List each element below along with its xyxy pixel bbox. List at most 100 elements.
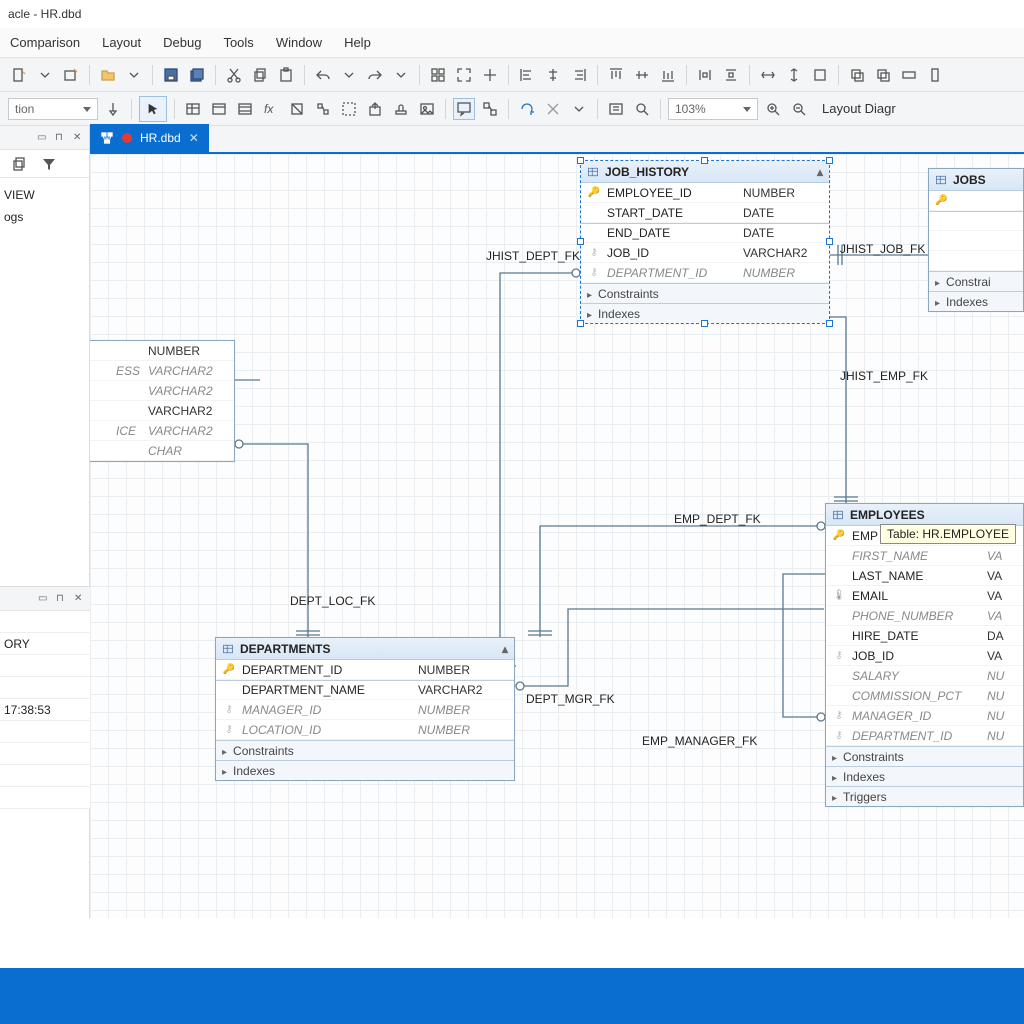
entity-section[interactable]: Constraints [216,740,514,760]
send-back-icon[interactable] [872,64,894,86]
column-row[interactable]: COMMISSION_PCTNU [826,686,1023,706]
collapse-icon[interactable]: ▴ [502,638,508,660]
container-icon[interactable] [338,98,360,120]
align-top-icon[interactable] [605,64,627,86]
column-row[interactable]: 🔑DEPARTMENT_IDNUMBER [216,660,514,680]
menu-window[interactable]: Window [276,35,322,50]
pin-icon[interactable] [102,98,124,120]
new-tab-icon[interactable] [60,64,82,86]
column-row[interactable]: ESSVARCHAR2 [90,361,234,381]
delete-icon[interactable] [542,98,564,120]
table-departments[interactable]: DEPARTMENTS▴ 🔑DEPARTMENT_IDNUMBERDEPARTM… [215,637,515,781]
size-icon[interactable] [809,64,831,86]
column-row[interactable]: ⚷JOB_IDVA [826,646,1023,666]
pane-close-icon[interactable]: ✕ [73,133,83,143]
table-job-history[interactable]: JOB_HISTORY▴ 🔑EMPLOYEE_IDNUMBERSTART_DAT… [580,160,830,324]
entity-section[interactable]: Constraints [826,746,1023,766]
refresh-icon[interactable] [516,98,538,120]
fx-icon[interactable]: fx [260,98,282,120]
column-row[interactable]: PHONE_NUMBERVA [826,606,1023,626]
column-row[interactable]: START_DATEDATE [581,203,829,223]
zoom-fit-icon[interactable] [631,98,653,120]
entity-section[interactable]: Constrai [929,271,1023,291]
column-row[interactable]: END_DATEDATE [581,223,829,243]
side-item[interactable]: ogs [4,206,85,228]
align-left-icon[interactable] [516,64,538,86]
align-mid-icon[interactable] [631,64,653,86]
dropdown-icon[interactable] [34,64,56,86]
undo-drop-icon[interactable] [338,64,360,86]
dist-h-icon[interactable] [694,64,716,86]
column-row[interactable]: 🔑EMPLOYEE_IDNUMBER [581,183,829,203]
paste-icon[interactable] [275,64,297,86]
note-tool[interactable] [453,98,475,120]
pane2-pin-icon[interactable]: ▭ [38,594,48,604]
collapse-icon[interactable]: ▴ [817,161,823,183]
column-row[interactable]: CHAR [90,441,234,461]
align-bottom-icon[interactable] [657,64,679,86]
side-filter-icon[interactable] [38,153,60,175]
mview-tool-icon[interactable] [234,98,256,120]
zoom-in-icon[interactable] [762,98,784,120]
entity-section[interactable]: Constraints [581,283,829,303]
fit-icon[interactable] [453,64,475,86]
column-row[interactable]: ⚷MANAGER_IDNUMBER [216,700,514,720]
column-row[interactable]: HIRE_DATEDA [826,626,1023,646]
grid-icon[interactable] [427,64,449,86]
column-row[interactable]: ⚷DEPARTMENT_IDNU [826,726,1023,746]
cut-icon[interactable] [223,64,245,86]
snap-icon[interactable] [479,64,501,86]
column-row[interactable]: JOB_TIT [929,211,1023,231]
side-item[interactable]: VIEW [4,184,85,206]
zoom-select[interactable]: 103% [668,98,758,120]
stamp-icon[interactable] [390,98,412,120]
options-icon[interactable] [605,98,627,120]
pane2-pin2-icon[interactable]: ⊓ [56,594,66,604]
dropdown2-icon[interactable] [123,64,145,86]
entity-section[interactable]: Indexes [929,291,1023,311]
column-row[interactable]: VARCHAR2 [90,381,234,401]
diagram-canvas[interactable]: JHIST_DEPT_FK JHIST_JOB_FK JHIST_EMP_FK … [90,154,1024,1006]
height-icon[interactable] [783,64,805,86]
layout-diagram-label[interactable]: Layout Diagr [822,101,896,116]
table-employees[interactable]: EMPLOYEES 🔑EMPFIRST_NAMEVALAST_NAMEVA🌡EM… [825,503,1024,807]
open-icon[interactable] [97,64,119,86]
relation-icon[interactable] [479,98,501,120]
column-row[interactable]: ⚷MANAGER_IDNU [826,706,1023,726]
column-row[interactable]: 🌡EMAILVA [826,586,1023,606]
redo-drop-icon[interactable] [390,64,412,86]
pane-pin2-icon[interactable]: ⊓ [55,133,65,143]
pointer-tool[interactable] [139,96,167,122]
column-row[interactable]: LAST_NAMEVA [826,566,1023,586]
width-icon[interactable] [757,64,779,86]
entity-section[interactable]: Indexes [216,760,514,780]
menu-debug[interactable]: Debug [163,35,201,50]
pane-pin-icon[interactable]: ▭ [37,133,47,143]
menu-layout[interactable]: Layout [102,35,141,50]
pane2-close-icon[interactable]: ✕ [74,594,84,604]
table-jobs[interactable]: JOBS 🔑JOB_IDJOB_TITMIN_SAMAX_SA Constrai… [928,168,1024,312]
column-row[interactable]: DEPARTMENT_NAMEVARCHAR2 [216,680,514,700]
column-row[interactable]: ⚷LOCATION_IDNUMBER [216,720,514,740]
delete-drop-icon[interactable] [568,98,590,120]
column-row[interactable]: 🔑JOB_ID [929,191,1023,211]
bring-front-icon[interactable] [846,64,868,86]
shape-select[interactable]: tion [8,98,98,120]
column-row[interactable]: ⚷JOB_IDVARCHAR2 [581,243,829,263]
proc-icon[interactable] [286,98,308,120]
save-icon[interactable] [160,64,182,86]
save-all-icon[interactable] [186,64,208,86]
zoom-out-icon[interactable] [788,98,810,120]
menu-help[interactable]: Help [344,35,371,50]
seq-icon[interactable] [312,98,334,120]
column-row[interactable]: MIN_SA [929,231,1023,251]
table-locations-fragment[interactable]: NUMBERESSVARCHAR2VARCHAR2VARCHAR2ICEVARC… [90,340,235,462]
more2-icon[interactable] [924,64,946,86]
column-row[interactable]: FIRST_NAMEVA [826,546,1023,566]
image-icon[interactable] [416,98,438,120]
undo-icon[interactable] [312,64,334,86]
tab-hr-dbd[interactable]: HR.dbd ✕ [90,124,209,152]
more1-icon[interactable] [898,64,920,86]
column-row[interactable]: SALARYNU [826,666,1023,686]
export-icon[interactable] [364,98,386,120]
